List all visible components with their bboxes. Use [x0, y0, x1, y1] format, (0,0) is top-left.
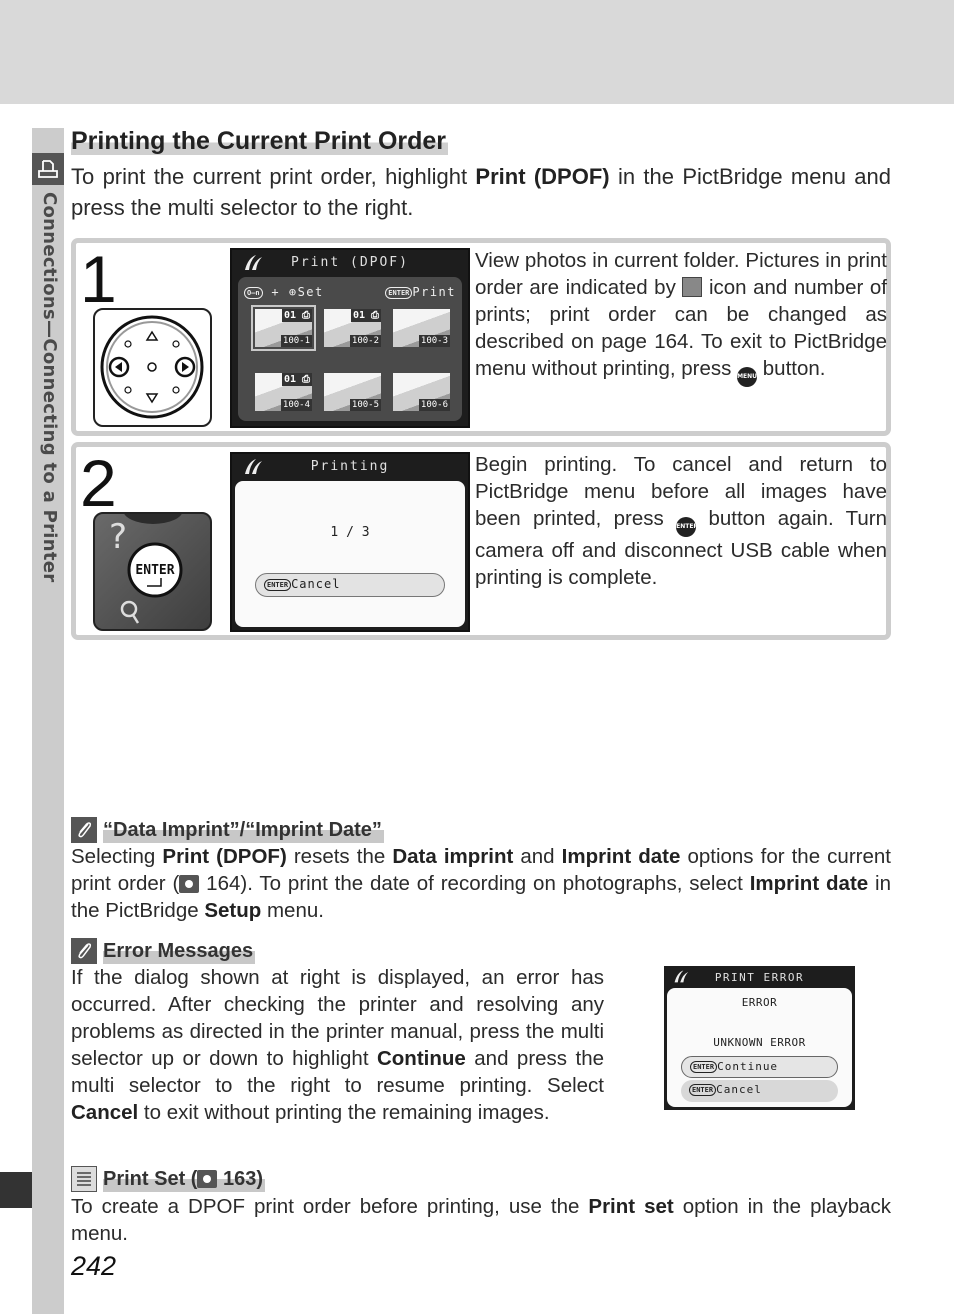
playback-menu-icon: [71, 1166, 97, 1192]
lcd-hint-print: ENTER Print: [385, 285, 456, 299]
lcd-title: Printing: [310, 459, 390, 474]
cancel-option[interactable]: ENTER Cancel: [681, 1080, 838, 1102]
thumbnail: 100-3: [393, 309, 450, 347]
multi-selector-icon: [93, 308, 212, 427]
page-reference-icon: [179, 875, 200, 893]
thumbnail: 01 ⎙ 100-2: [324, 309, 381, 347]
step-number: 2: [80, 446, 117, 520]
enter-key-icon: ENTER: [385, 286, 413, 299]
lcd-printing-screen: Printing 1 / 3 ENTER Cancel: [230, 452, 470, 632]
page-title: Printing the Current Print Order: [71, 127, 449, 155]
lcd-title: Print (DPOF): [291, 255, 409, 270]
lcd-content: O–n + ⊕Set ENTER Print 01 ⎙ 100-1 01 ⎙ 100-…: [238, 277, 462, 421]
note-error-messages-heading: Error Messages: [71, 938, 256, 964]
note-print-set-heading: Print Set ( 163): [71, 1166, 266, 1192]
thumbnail: 01 ⎙ 100-1: [251, 305, 316, 351]
step-2: 2 ? ENTER Printing 1 / 3 ENTER Cancel Beg…: [71, 442, 891, 640]
note-data-imprint-heading: “Data Imprint”/“Imprint Date”: [71, 817, 384, 843]
thumbnail: 100-6: [393, 373, 450, 411]
intro-paragraph: To print the current print order, highli…: [71, 164, 891, 220]
paperclip-icon: [71, 817, 97, 843]
lcd-print-dpof-screen: Print (DPOF) O–n + ⊕Set ENTER Print 01 ⎙ 1…: [230, 248, 470, 428]
step-number: 1: [80, 242, 117, 316]
svg-text:?: ?: [109, 517, 127, 557]
cancel-button[interactable]: ENTER Cancel: [255, 573, 445, 597]
enter-button-icon: ? ENTER: [93, 512, 212, 631]
thumbnail: 100-5: [324, 373, 381, 411]
step-1: 1 Print (DPOF) O–n + ⊕Set ENTER Print 01 …: [71, 238, 891, 436]
note-data-imprint-text: Selecting Print (DPOF) resets the Data i…: [71, 845, 891, 922]
page-header-band: [0, 0, 954, 104]
lcd-title: PRINT ERROR: [714, 971, 805, 984]
step-1-description: View photos in current folder. Pictures …: [475, 247, 887, 387]
menu-button-icon: MENU: [737, 367, 758, 387]
thumbnail: 01 ⎙ 100-4: [255, 373, 312, 411]
enter-key-icon: ENTER: [264, 578, 292, 591]
lcd-content: 1 / 3 ENTER Cancel: [235, 481, 465, 627]
step-2-description: Begin printing. To cancel and return to …: [475, 453, 887, 589]
paperclip-icon: [71, 938, 97, 964]
note-print-set-text: To create a DPOF print order before prin…: [71, 1195, 891, 1245]
page-number: 242: [71, 1251, 117, 1281]
note-error-messages-text: If the dialog shown at right is displaye…: [71, 966, 604, 1124]
print-progress: 1 / 3: [330, 525, 370, 540]
enter-button-icon: ENTER: [676, 517, 698, 537]
error-detail: UNKNOWN ERROR: [713, 1036, 806, 1049]
protect-key-icon: O–n: [244, 286, 263, 299]
lcd-print-error-dialog: PRINT ERROR ERROR UNKNOWN ERROR ENTER Con…: [664, 966, 855, 1110]
lcd-hint-set: O–n + ⊕Set: [244, 285, 324, 299]
lcd-content: ERROR UNKNOWN ERROR ENTER Continue ENTER C…: [667, 988, 852, 1107]
continue-option[interactable]: ENTER Continue: [681, 1056, 838, 1078]
error-heading: ERROR: [741, 996, 778, 1009]
section-label: Connections—Connecting to a Printer: [39, 192, 60, 583]
svg-text:ENTER: ENTER: [135, 563, 174, 578]
enter-key-icon: ENTER: [690, 1061, 718, 1073]
printer-icon: [32, 153, 64, 185]
print-order-icon: [682, 277, 703, 297]
enter-key-icon: ENTER: [689, 1084, 717, 1096]
page-reference-icon: [197, 1170, 218, 1188]
chapter-thumb-tab: [0, 1172, 32, 1208]
